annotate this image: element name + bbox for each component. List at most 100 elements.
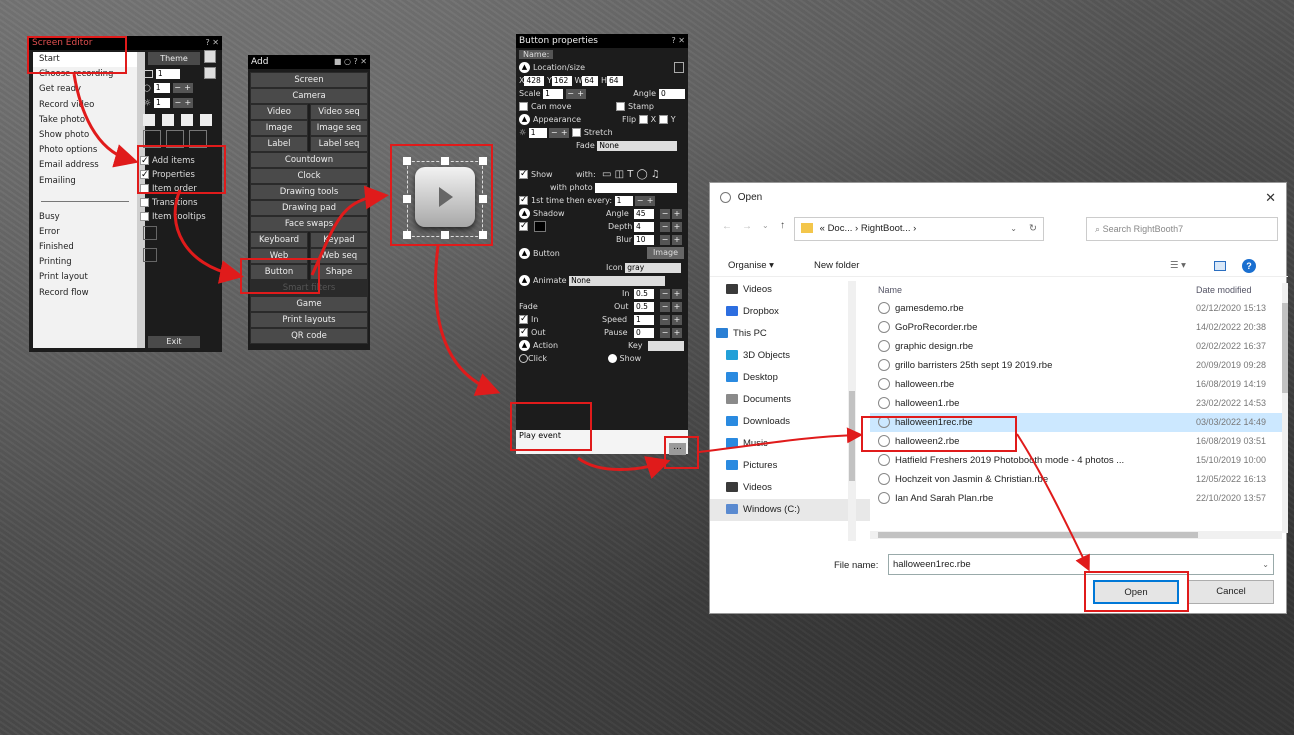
stretch-checkbox[interactable] [571,128,581,137]
file-row[interactable]: halloween1.rbe 23/02/2022 14:53 [870,394,1288,413]
file-row[interactable]: GoProRecorder.rbe 14/02/2022 20:38 [870,318,1288,337]
out-plus[interactable]: + [672,302,682,312]
brightness-field[interactable]: 1 [153,98,170,108]
search-box[interactable]: ⌕ Search RightBooth7 [1086,217,1278,241]
add-item-button[interactable]: Face swaps [250,216,368,232]
collapse-icon[interactable]: ▲ [519,208,530,219]
blur-field[interactable]: 10 [634,235,654,245]
nav-scrollbar[interactable] [848,281,856,541]
collapse-icon[interactable]: ▲ [519,275,530,286]
plus-button[interactable]: + [182,83,193,93]
with-photo-field[interactable] [595,182,678,193]
file-name-value[interactable]: halloween1rec.rbe [893,559,971,570]
screen-list-item[interactable]: Record flow [33,286,137,301]
media-icons[interactable]: ▭ ◫ T ◯ ♫ [602,168,660,181]
stamp-checkbox[interactable] [616,102,625,111]
shadow-color-swatch[interactable] [533,221,546,232]
name-button[interactable]: Name: [519,50,554,59]
depth-minus[interactable]: − [660,222,670,232]
file-row[interactable]: Ian And Sarah Plan.rbe 22/10/2020 13:57 [870,489,1288,508]
out-minus[interactable]: − [660,302,670,312]
titlebar-icons[interactable]: ? ✕ [206,36,220,50]
organise-button[interactable]: Organise ▾ [728,255,774,277]
scale-minus[interactable]: − [565,88,576,99]
address-bar[interactable]: « Doc... › RightBoot... › ⌄ ↻ [794,217,1044,241]
add-item-button[interactable]: Camera [250,88,368,104]
pause-field[interactable]: 0 [634,328,654,338]
add-item-button[interactable]: Video [250,104,308,120]
speed-minus[interactable]: − [660,315,670,325]
y-field[interactable]: 162 [551,75,572,86]
add-item-button[interactable]: Keyboard [250,232,308,248]
opacity-minus[interactable]: − [549,127,560,138]
file-row[interactable]: Hochzeit von Jasmin & Christian.rbe 12/05… [870,470,1288,489]
add-item-button[interactable]: QR code [250,328,368,344]
minus-button[interactable]: − [172,83,183,93]
add-item-button[interactable]: Image seq [310,120,368,136]
close-icon[interactable]: ✕ [1265,183,1276,213]
theme-button[interactable]: Theme [148,52,200,65]
name-column-header[interactable]: Name [878,281,902,299]
pause-minus[interactable]: − [660,328,670,338]
add-item-button[interactable]: Label [250,136,308,152]
props-titlebar-icons[interactable]: ? ✕ [672,34,686,48]
screen-list-item[interactable]: Show photo [33,128,137,143]
first-time-checkbox[interactable] [519,194,528,207]
paint-icon[interactable] [161,114,174,126]
help-icon[interactable] [180,114,193,126]
icon-select[interactable]: gray [625,262,682,273]
editor-checkbox[interactable] [140,198,149,207]
nav-item[interactable]: Windows (C:) [710,499,870,521]
add-item-button[interactable]: Image [250,120,308,136]
animate-select[interactable]: None [569,275,666,286]
minus-button-2[interactable]: − [172,98,183,108]
nav-item[interactable]: Pictures [710,455,870,477]
nav-item[interactable]: This PC [710,323,870,345]
screen-list-item[interactable]: Record video [33,98,137,113]
hand-icon[interactable] [143,114,155,126]
file-row[interactable]: grillo barristers 25th sept 19 2019.rbe 2… [870,356,1288,375]
h-field[interactable]: 64 [606,75,623,86]
fade-select[interactable]: None [597,140,678,151]
collapse-icon[interactable]: ▲ [519,114,530,125]
angle-field[interactable]: 0 [659,89,685,99]
nav-item[interactable]: Downloads [710,411,870,433]
click-radio[interactable] [519,354,528,363]
help-icon[interactable]: ? [1242,259,1256,273]
shadow-minus[interactable]: − [660,209,670,219]
key-select[interactable] [648,341,684,351]
up-icon[interactable]: ↑ [780,220,785,231]
screen-list-item[interactable]: Busy [33,210,137,225]
add-item-button[interactable]: Game [250,296,368,312]
add-item-button[interactable]: Countdown [250,152,368,168]
view-icon[interactable]: ☰ ▾ [1170,255,1186,277]
in-plus[interactable]: + [672,289,682,299]
refresh-icon[interactable]: ↻ [1029,218,1037,240]
chevron-down-icon[interactable]: ⌄ [762,221,769,230]
nav-item[interactable]: Music [710,433,870,455]
lock-icon[interactable] [674,62,684,73]
path-part-2[interactable]: RightBoot... [861,223,911,234]
file-row[interactable]: halloween.rbe 16/08/2019 14:19 [870,375,1288,394]
collapse-icon[interactable]: ▲ [519,340,530,351]
path-part-1[interactable]: Doc... [828,223,853,234]
add-item-button[interactable]: Keypad [310,232,368,248]
nav-item[interactable]: Videos [710,477,870,499]
file-row[interactable]: gamesdemo.rbe 02/12/2020 15:13 [870,299,1288,318]
scale-field[interactable]: 1 [543,88,564,99]
nav-scroll-thumb[interactable] [849,391,855,481]
in-minus[interactable]: − [660,289,670,299]
back-icon[interactable]: ← [722,221,732,232]
add-item-button[interactable]: Label seq [310,136,368,152]
speed-field[interactable]: 1 [634,315,654,325]
add-item-button[interactable]: Print layouts [250,312,368,328]
zoom-field[interactable]: 1 [155,69,180,79]
plus-button-2[interactable]: + [182,98,193,108]
add-item-button[interactable]: Clock [250,168,368,184]
first-time-field[interactable]: 1 [614,195,633,206]
nav-item[interactable]: 3D Objects [710,345,870,367]
nav-item[interactable]: Videos [710,279,870,301]
collapse-icon[interactable]: ▲ [519,248,530,259]
nav-item[interactable]: Dropbox [710,301,870,323]
flip-y-checkbox[interactable] [658,115,668,124]
